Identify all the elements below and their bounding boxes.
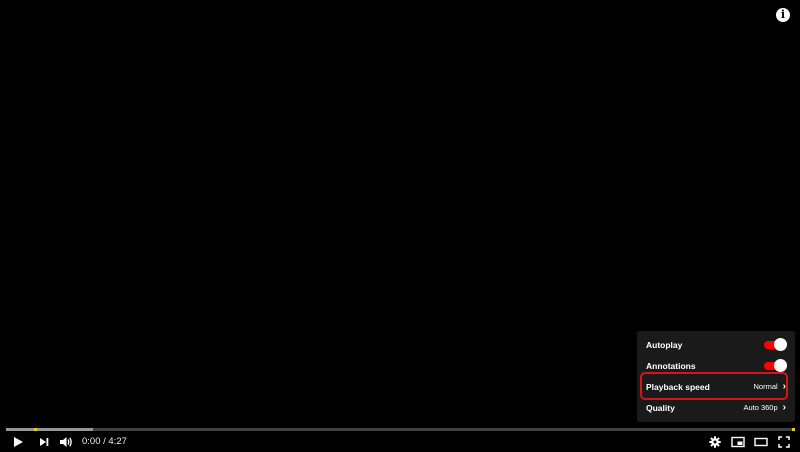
volume-icon[interactable]	[58, 435, 74, 449]
time-total: 4:27	[108, 436, 127, 447]
info-icon[interactable]: i	[776, 8, 790, 22]
settings-menu: Autoplay Annotations Playback speed Norm…	[637, 331, 795, 422]
menu-item-autoplay[interactable]: Autoplay	[637, 334, 795, 355]
video-player[interactable]: i Autoplay Annotations Playback speed No…	[0, 0, 800, 452]
settings-gear-icon[interactable]	[707, 435, 723, 449]
quality-value: Auto 360p	[743, 403, 778, 412]
annotations-toggle[interactable]	[764, 358, 787, 372]
buffered-bar	[6, 428, 93, 431]
menu-item-quality[interactable]: Quality Auto 360p ›	[637, 397, 795, 418]
toggle-knob	[774, 358, 787, 372]
menu-item-playback-speed[interactable]: Playback speed Normal ›	[637, 376, 795, 397]
fullscreen-icon[interactable]	[776, 435, 792, 449]
menu-item-annotations[interactable]: Annotations	[637, 355, 795, 376]
progress-bar[interactable]	[6, 428, 795, 431]
chevron-right-icon: ›	[782, 402, 786, 413]
toggle-knob	[774, 337, 787, 351]
theater-mode-icon[interactable]	[753, 435, 769, 449]
chapter-marker	[792, 428, 795, 431]
quality-label: Quality	[646, 402, 675, 413]
autoplay-label: Autoplay	[646, 339, 683, 350]
playback-speed-value: Normal	[753, 382, 778, 391]
playback-speed-label: Playback speed	[646, 381, 710, 392]
play-icon[interactable]	[10, 435, 26, 449]
annotations-label: Annotations	[646, 360, 696, 371]
time-separator: /	[103, 436, 106, 447]
time-current: 0:00	[82, 436, 101, 447]
autoplay-toggle[interactable]	[764, 337, 787, 351]
next-icon[interactable]	[36, 435, 52, 449]
chapter-marker	[34, 428, 37, 431]
miniplayer-icon[interactable]	[730, 435, 746, 449]
time-display: 0:00 / 4:27	[82, 436, 127, 447]
control-bar: 0:00 / 4:27	[0, 432, 800, 452]
chevron-right-icon: ›	[782, 381, 786, 392]
